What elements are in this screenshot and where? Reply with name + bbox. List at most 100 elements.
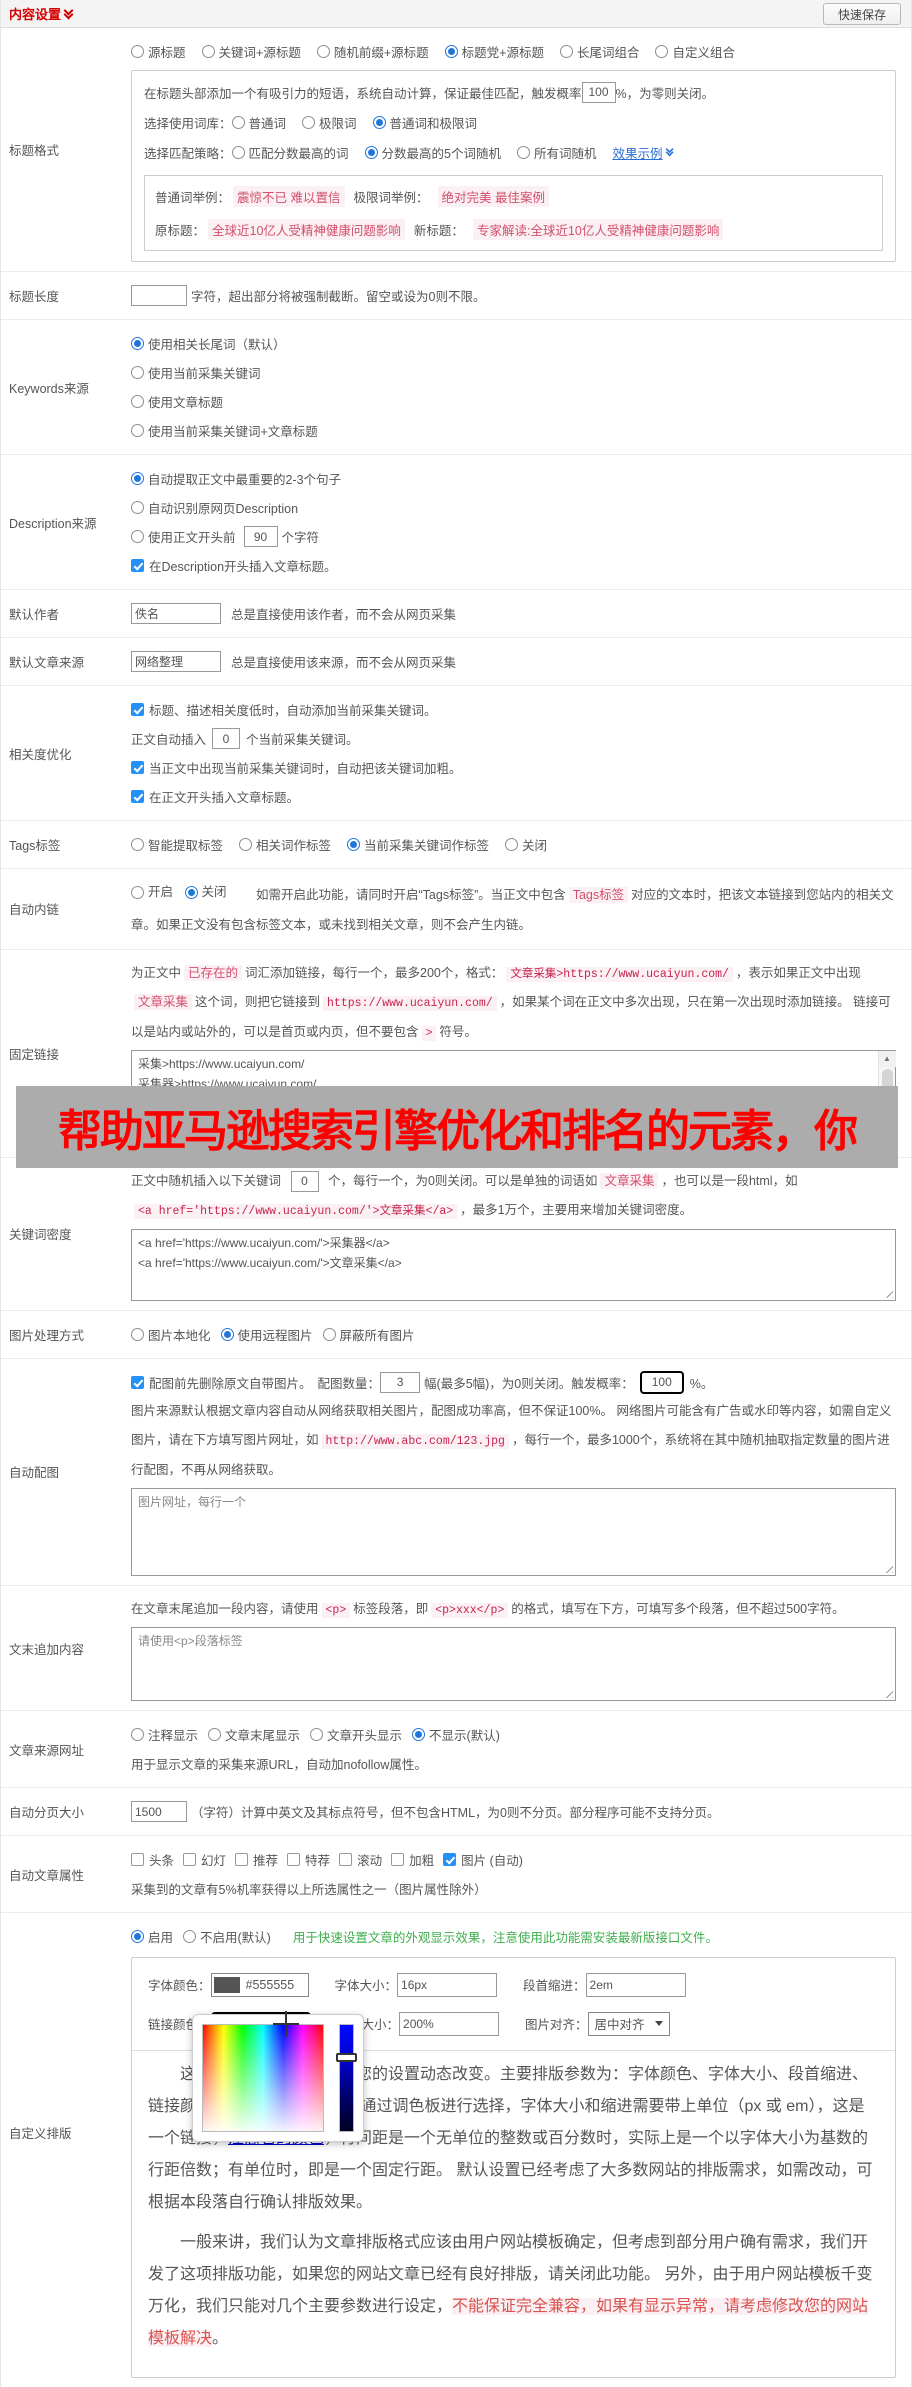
radio-source-at-start[interactable]: 文章开头显示 — [310, 1725, 402, 1744]
radio-current-collect-keyword[interactable]: 使用当前采集关键词 — [131, 363, 261, 382]
radio-smart-extract-tags[interactable]: 智能提取标签 — [131, 835, 223, 854]
radio-limit-words[interactable]: 极限词 — [302, 113, 357, 132]
checkbox-attr-recommend[interactable]: 推荐 — [235, 1850, 278, 1869]
font-color-field[interactable] — [210, 1972, 309, 1997]
radio-icon — [559, 45, 573, 58]
scroll-up-icon[interactable]: ▲ — [878, 1051, 896, 1068]
title-example-box: 普通词举例： 震惊不已 难以置信 极限词举例： 绝对完美 最佳案例 原标题： 全球近1… — [144, 175, 883, 251]
radio-first-n-chars[interactable]: 使用正文开头前 — [131, 527, 236, 546]
image-probability-input[interactable] — [639, 1370, 684, 1394]
radio-all-random[interactable]: 所有词随机 — [516, 143, 597, 162]
radio-random-prefix-source-title[interactable]: 随机前缀+源标题 — [316, 42, 429, 61]
checkbox-icon — [131, 1375, 144, 1389]
indent-input[interactable] — [585, 1972, 686, 1997]
radio-innerlink-on[interactable]: 开启 — [131, 878, 173, 907]
radio-source-title[interactable]: 源标题 — [131, 42, 186, 61]
radio-localize-images[interactable]: 图片本地化 — [131, 1325, 211, 1344]
radio-normal-words[interactable]: 普通词 — [231, 113, 286, 132]
checkbox-attr-scroll[interactable]: 滚动 — [339, 1850, 382, 1869]
hue-slider[interactable] — [339, 2024, 354, 2133]
checkbox-insert-title-into-body[interactable]: 在正文开头插入文章标题。 — [131, 787, 299, 806]
checkbox-attr-image-auto[interactable]: 图片 (自动) — [443, 1850, 523, 1869]
title-length-input[interactable] — [131, 285, 187, 306]
checkbox-icon — [183, 1853, 197, 1867]
row-title-length: 标题长度 字符，超出部分将被强制截断。留空或设为0则不限。 — [1, 271, 911, 319]
checkbox-bold-keyword[interactable]: 当正文中出现当前采集关键词时，自动把该关键词加粗。 — [131, 758, 462, 777]
insert-keyword-count-input[interactable] — [212, 728, 241, 749]
row-label: 文章来源网址 — [9, 1743, 85, 1758]
radio-custom-combo[interactable]: 自定义组合 — [655, 42, 735, 61]
image-count-input[interactable] — [380, 1371, 421, 1393]
checkbox-attr-headline[interactable]: 头条 — [131, 1850, 174, 1869]
radio-layout-disable[interactable]: 不启用(默认) — [183, 1927, 271, 1946]
row-label: 默认文章来源 — [9, 656, 85, 670]
indent-label: 段首缩进： — [523, 1979, 586, 1994]
radio-keyword-plus-title[interactable]: 使用当前采集关键词+文章标题 — [131, 421, 318, 440]
radio-clickbait-source-title[interactable]: 标题党+源标题 — [444, 42, 544, 61]
checkbox-attr-slideshow[interactable]: 幻灯 — [183, 1850, 226, 1869]
pagination-size-input[interactable] — [131, 1801, 187, 1823]
quick-save-button[interactable]: 快速保存 — [822, 3, 901, 25]
checkbox-insert-title-into-description[interactable]: 在Description开头插入文章标题。 — [131, 556, 337, 575]
append-content-textarea[interactable] — [131, 1627, 896, 1702]
keyword-density-textarea[interactable]: <a href='https://www.ucaiyun.com/'>采集器</… — [131, 1228, 896, 1301]
title-probability-input[interactable] — [581, 81, 616, 103]
keyword-density-count-input[interactable] — [290, 1170, 319, 1192]
chevron-down-icon — [654, 2021, 663, 2027]
checkbox-icon — [235, 1853, 249, 1867]
default-author-input[interactable] — [131, 603, 221, 624]
radio-tags-off[interactable]: 关闭 — [505, 835, 547, 854]
row-label: Keywords来源 — [9, 381, 89, 396]
radio-auto-extract-sentences[interactable]: 自动提取正文中最重要的2-3个句子 — [131, 469, 341, 488]
radio-longtail-combo[interactable]: 长尾词组合 — [559, 42, 639, 61]
radio-icon — [220, 1327, 234, 1341]
radio-block-all-images[interactable]: 屏蔽所有图片 — [322, 1325, 415, 1344]
radio-innerlink-off[interactable]: 关闭 — [184, 878, 227, 907]
radio-icon — [131, 501, 144, 514]
radio-related-words-as-tags[interactable]: 相关词作标签 — [239, 835, 331, 854]
radio-top5-random[interactable]: 分数最高的5个词随机 — [364, 143, 501, 162]
radio-original-description[interactable]: 自动识别原网页Description — [131, 498, 298, 517]
radio-icon — [655, 45, 669, 58]
auto-image-description: 图片来源默认根据文章内容自动从网络获取相关图片，配图成功率高，但不保证100%。… — [131, 1403, 892, 1477]
row-relevance-optimization: 相关度优化 标题、描述相关度低时，自动添加当前采集关键词。 正文自动插入 个当前… — [1, 685, 911, 820]
radio-source-as-comment[interactable]: 注释显示 — [131, 1725, 198, 1744]
font-size-input[interactable] — [397, 1972, 498, 1997]
font-color-input[interactable] — [243, 1976, 306, 1993]
row-default-article-source: 默认文章来源 总是直接使用该来源，而不会从网页采集 — [1, 637, 911, 685]
keyword-density-description: 正文中随机插入以下关键词 个，每行一个，为0则关闭。可以是单独的词语如文章采集，… — [131, 1167, 896, 1226]
radio-article-title[interactable]: 使用文章标题 — [131, 392, 223, 411]
radio-current-keyword-as-tags[interactable]: 当前采集关键词作标签 — [347, 835, 489, 854]
picker-crosshair[interactable] — [273, 2011, 299, 2038]
hue-slider-handle[interactable] — [336, 2053, 357, 2063]
radio-source-hidden[interactable]: 不显示(默认) — [412, 1725, 500, 1744]
radio-icon — [201, 45, 215, 58]
image-urls-textarea[interactable] — [131, 1487, 896, 1576]
checkbox-attr-bold[interactable]: 加粗 — [391, 1850, 434, 1869]
radio-normal-and-limit-words[interactable]: 普通词和极限词 — [372, 113, 477, 132]
row-tags: Tags标签 智能提取标签 相关词作标签 当前采集关键词作标签 关闭 — [1, 820, 911, 868]
radio-source-at-end[interactable]: 文章末尾显示 — [208, 1725, 300, 1744]
row-label: 关键词密度 — [9, 1228, 72, 1243]
effect-demo-link[interactable]: 效果示例 — [613, 143, 675, 162]
radio-related-longtail[interactable]: 使用相关长尾词（默认） — [131, 334, 286, 353]
section-header: 内容设置 快速保存 — [1, 0, 911, 28]
radio-layout-enable[interactable]: 启用 — [131, 1927, 173, 1946]
page-title[interactable]: 内容设置 — [9, 4, 75, 23]
checkbox-delete-original-images[interactable]: 配图前先删除原文自带图片。 — [131, 1373, 312, 1392]
checkbox-auto-add-keyword[interactable]: 标题、描述相关度低时，自动添加当前采集关键词。 — [131, 700, 437, 719]
radio-keyword-source-title[interactable]: 关键词+源标题 — [201, 42, 301, 61]
image-align-select[interactable]: 居中对齐 — [587, 2011, 670, 2036]
row-source-url: 文章来源网址 注释显示 文章末尾显示 文章开头显示 不显示(默认) 用于显示文章… — [1, 1710, 911, 1787]
default-source-input[interactable] — [131, 651, 221, 672]
radio-match-highest-score[interactable]: 匹配分数最高的词 — [231, 143, 349, 162]
radio-icon — [310, 1728, 324, 1742]
line-height-input[interactable] — [399, 2011, 500, 2036]
font-color-swatch[interactable] — [213, 1976, 240, 1993]
radio-remote-images[interactable]: 使用远程图片 — [220, 1325, 313, 1344]
saturation-value-area[interactable] — [202, 2024, 324, 2133]
checkbox-attr-featured[interactable]: 特荐 — [287, 1850, 330, 1869]
description-chars-input[interactable] — [243, 526, 278, 547]
checkbox-icon — [339, 1853, 353, 1867]
row-custom-layout: 自定义排版 启用 不启用(默认) 用于快速设置文章的外观显示效果，注意使用此功能… — [1, 1912, 911, 2387]
